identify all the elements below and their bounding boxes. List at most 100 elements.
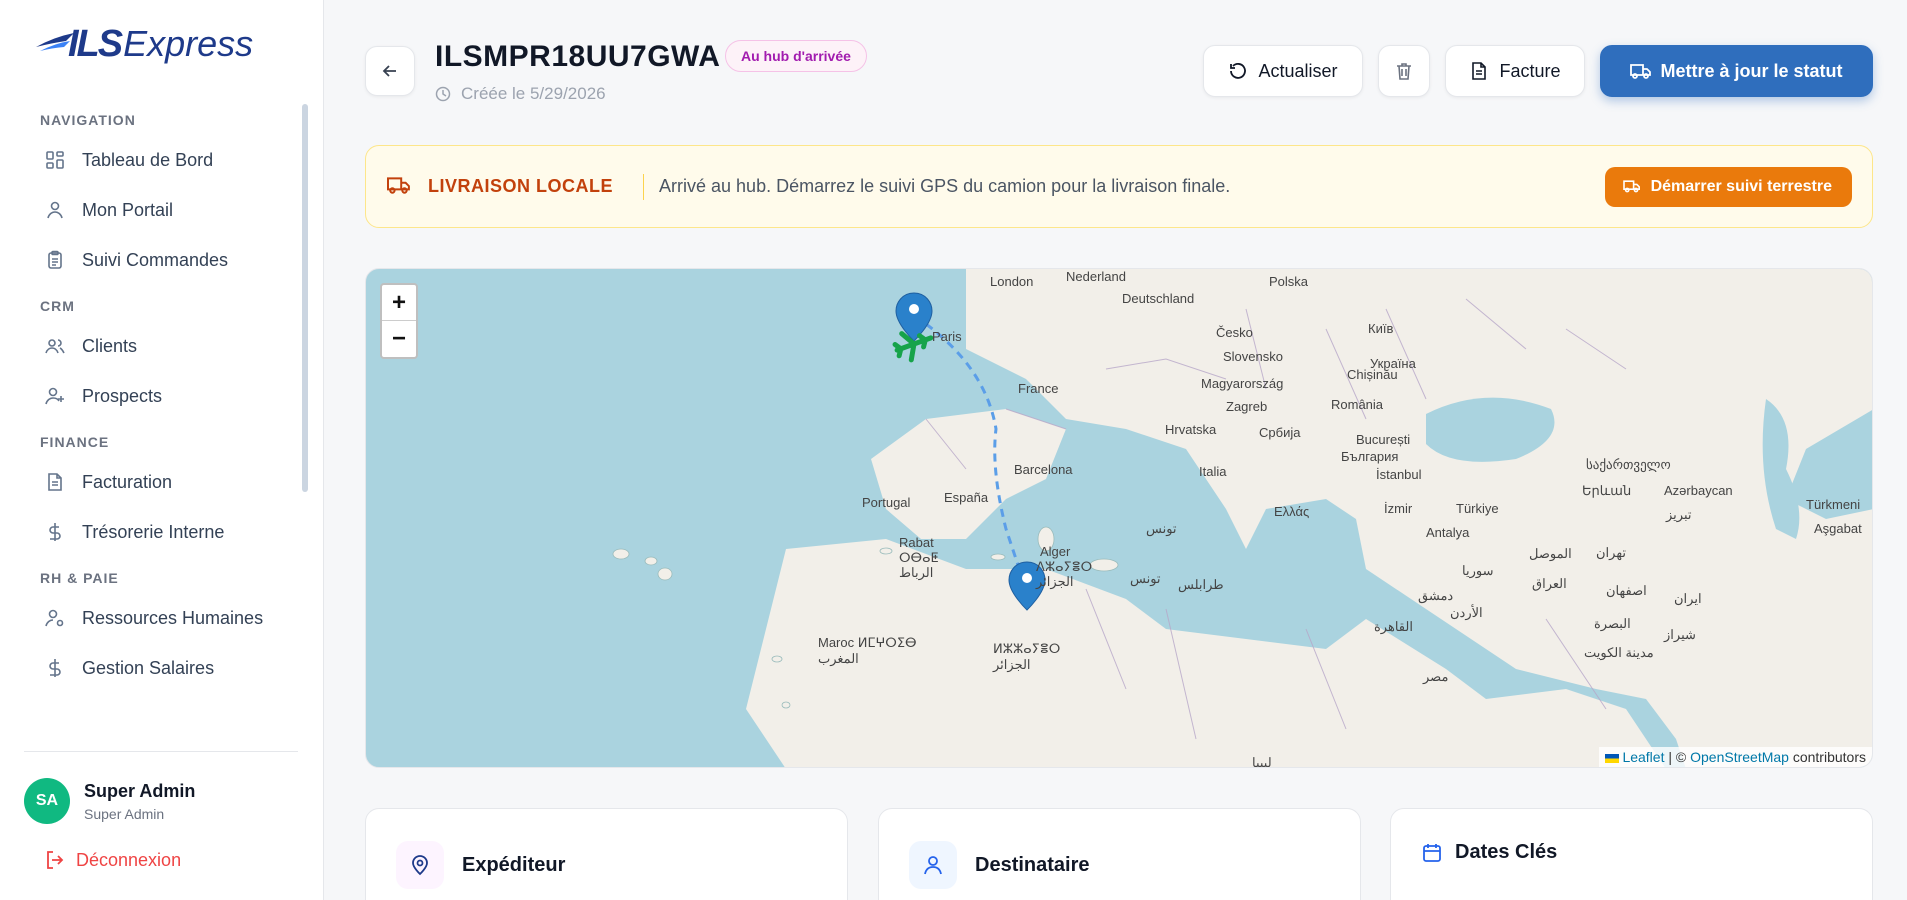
map-label: الرباط bbox=[899, 565, 934, 580]
clipboard-icon bbox=[44, 249, 66, 271]
sidebar-item-label: Facturation bbox=[82, 471, 173, 492]
update-status-label: Mettre à jour le statut bbox=[1660, 60, 1843, 81]
sidebar-item-portal[interactable]: Mon Portail bbox=[0, 186, 324, 234]
sidebar-item-label: Trésorerie Interne bbox=[82, 521, 225, 542]
page-title: ILSMPR18UU7GWA bbox=[435, 40, 721, 73]
truck-icon bbox=[1622, 178, 1641, 196]
map-label: مدينة الكويت bbox=[1584, 645, 1654, 660]
trash-icon bbox=[1394, 61, 1414, 81]
calendar-icon bbox=[1421, 842, 1443, 864]
logout-button[interactable]: Déconnexion bbox=[44, 849, 181, 871]
invoice-button[interactable]: Facture bbox=[1445, 45, 1585, 97]
map-label: دمشق bbox=[1418, 588, 1454, 603]
map-label: شیراز bbox=[1664, 627, 1696, 642]
sidebar-item-treasury[interactable]: Trésorerie Interne bbox=[0, 508, 324, 556]
sidebar-item-hr[interactable]: Ressources Humaines bbox=[0, 594, 324, 642]
dollar-icon bbox=[44, 521, 66, 543]
sidebar-item-dashboard[interactable]: Tableau de Bord bbox=[0, 136, 324, 184]
sidebar-item-invoicing[interactable]: Facturation bbox=[0, 458, 324, 506]
map-label: London bbox=[990, 274, 1034, 289]
sidebar-item-label: Tableau de Bord bbox=[82, 149, 214, 170]
ukraine-flag-icon bbox=[1604, 753, 1619, 763]
map-label: الجزائر bbox=[993, 657, 1031, 672]
logout-icon bbox=[44, 849, 66, 871]
recipient-title: Destinataire bbox=[975, 853, 1090, 876]
created-date-text: Créée le 5/29/2026 bbox=[461, 84, 606, 103]
map-label: Maroc ⵍⵎⵖⵔⵉⴱ bbox=[818, 635, 917, 650]
map-label: İstanbul bbox=[1376, 467, 1422, 482]
user-role: Super Admin bbox=[84, 805, 165, 822]
map-label: سوريا bbox=[1462, 563, 1494, 578]
map-label: Aşgabat bbox=[1814, 521, 1862, 536]
map-label: France bbox=[1018, 381, 1059, 396]
map-label: Nederland bbox=[1066, 269, 1126, 284]
user-icon bbox=[909, 841, 957, 889]
map-label: Türkmeni bbox=[1806, 497, 1861, 512]
map-label: España bbox=[944, 490, 989, 505]
sender-title: Expéditeur bbox=[462, 853, 566, 876]
tracking-map[interactable]: London Nederland Deutschland Polska Česk… bbox=[365, 268, 1873, 768]
leaflet-link[interactable]: Leaflet bbox=[1622, 749, 1664, 765]
sidebar-item-payroll[interactable]: Gestion Salaires bbox=[0, 644, 324, 692]
map-label: تونس bbox=[1146, 521, 1177, 536]
zoom-out-button[interactable]: − bbox=[382, 321, 416, 357]
sender-card: Expéditeur bbox=[365, 808, 848, 900]
dates-title: Dates Clés bbox=[1455, 841, 1558, 863]
map-label: تونس bbox=[1130, 571, 1161, 586]
nav-section-title: NAVIGATION bbox=[40, 112, 136, 128]
map-label: Rabat bbox=[899, 535, 934, 550]
refresh-button[interactable]: Actualiser bbox=[1203, 45, 1363, 97]
attribution-separator: | © bbox=[1664, 749, 1691, 765]
zoom-control: + − bbox=[380, 283, 418, 359]
banner-title: LIVRAISON LOCALE bbox=[428, 176, 614, 196]
user-cog-icon bbox=[44, 607, 66, 629]
created-date: Créée le 5/29/2026 bbox=[435, 84, 606, 104]
map-label: Paris bbox=[932, 329, 962, 344]
sidebar-item-label: Prospects bbox=[82, 385, 163, 406]
dashboard-icon bbox=[44, 149, 66, 171]
map-label: Polska bbox=[1269, 274, 1309, 289]
update-status-button[interactable]: Mettre à jour le statut bbox=[1600, 45, 1873, 97]
sidebar-item-clients[interactable]: Clients bbox=[0, 322, 324, 370]
nav-section-title: CRM bbox=[40, 298, 75, 314]
sidebar: ILS Express NAVIGATION Tableau de Bord M… bbox=[0, 0, 324, 900]
zoom-in-button[interactable]: + bbox=[382, 285, 416, 321]
logout-label: Déconnexion bbox=[76, 849, 182, 870]
osm-link[interactable]: OpenStreetMap bbox=[1690, 749, 1789, 765]
user-name: Super Admin bbox=[84, 780, 196, 801]
logo[interactable]: ILS Express bbox=[36, 22, 253, 66]
map-label: საქართველო bbox=[1586, 457, 1671, 472]
map-label: ایران bbox=[1674, 591, 1702, 606]
map-label: الموصل bbox=[1529, 546, 1572, 561]
banner-divider bbox=[643, 173, 645, 200]
start-ground-tracking-button[interactable]: Démarrer suivi terrestre bbox=[1604, 167, 1852, 207]
map-label: Alger bbox=[1040, 544, 1071, 559]
sidebar-item-prospects[interactable]: Prospects bbox=[0, 372, 324, 420]
banner-message: Arrivé au hub. Démarrez le suivi GPS du … bbox=[659, 176, 1231, 196]
map-label: ⴷⵣⴰⵢⴻⵔ bbox=[1036, 559, 1093, 574]
user-profile[interactable]: SA Super Admin Super Admin bbox=[24, 778, 195, 824]
file-text-icon bbox=[44, 471, 66, 493]
map-label: Србија bbox=[1259, 425, 1301, 440]
map-label: Zagreb bbox=[1226, 399, 1268, 414]
map-label: طرابلس bbox=[1178, 577, 1224, 592]
sidebar-scrollbar[interactable] bbox=[302, 104, 308, 492]
status-badge: Au hub d'arrivée bbox=[725, 40, 867, 72]
truck-icon bbox=[386, 174, 412, 200]
map-label: Türkiye bbox=[1456, 501, 1499, 516]
map-label: ⵍⵣⵣⴰⵢⴻⵔ bbox=[993, 641, 1061, 656]
clock-icon bbox=[435, 86, 451, 102]
file-text-icon bbox=[1469, 61, 1489, 81]
back-button[interactable] bbox=[365, 46, 415, 96]
sidebar-item-orders[interactable]: Suivi Commandes bbox=[0, 236, 324, 284]
avatar: SA bbox=[24, 778, 70, 824]
local-delivery-banner: LIVRAISON LOCALE Arrivé au hub. Démarrez… bbox=[365, 145, 1873, 228]
map-label: المغرب bbox=[818, 651, 859, 666]
map-label: البصرة bbox=[1594, 616, 1631, 631]
map-label: България bbox=[1341, 449, 1399, 464]
map-label: ليبيا bbox=[1252, 755, 1272, 768]
delete-button[interactable] bbox=[1378, 45, 1430, 97]
refresh-icon bbox=[1228, 61, 1248, 81]
map-label: Երևան bbox=[1582, 483, 1632, 498]
map-label: România bbox=[1331, 397, 1384, 412]
